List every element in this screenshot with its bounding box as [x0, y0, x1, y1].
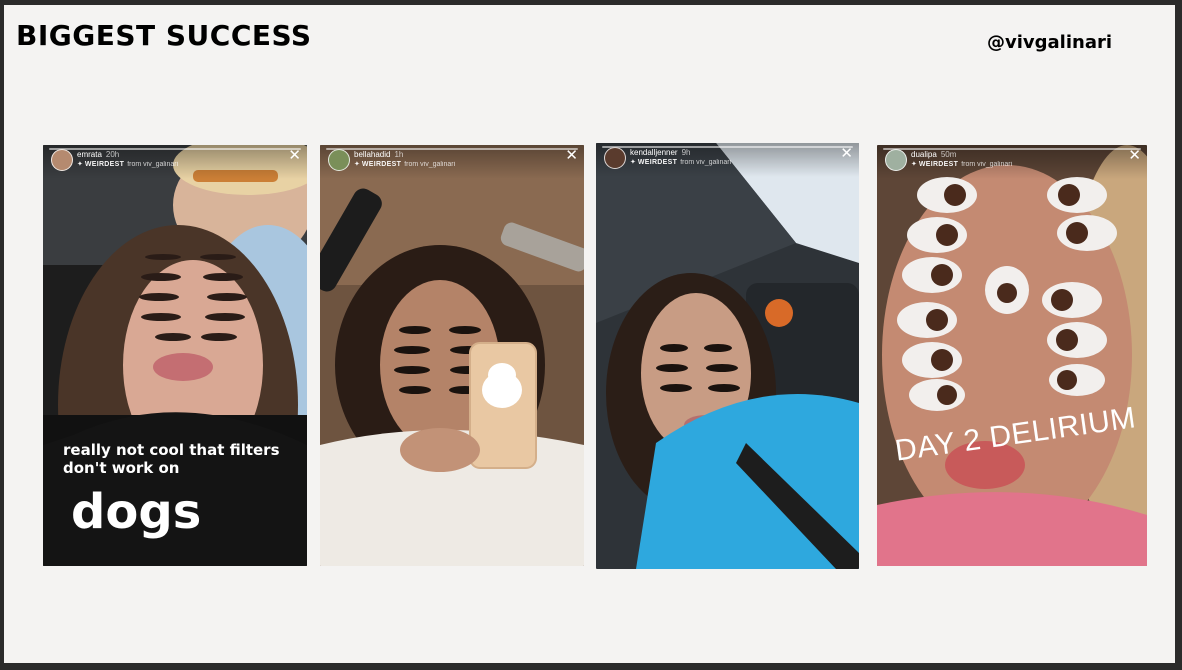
- story-kendalljenner[interactable]: kendalljenner 9h ✦ WEIRDEST from viv_galin…: [596, 143, 859, 569]
- sparkle-icon: ✦: [630, 159, 636, 166]
- story-timestamp: 50m: [940, 150, 957, 159]
- effect-from: from viv_galinari: [404, 161, 456, 168]
- effect-attribution[interactable]: ✦ WEIRDEST from viv_galinari: [630, 158, 731, 166]
- story-timestamp: 1h: [394, 150, 404, 159]
- close-icon[interactable]: ✕: [1128, 148, 1141, 163]
- close-icon[interactable]: ✕: [565, 148, 578, 163]
- story-header: bellahadid 1h ✦ WEIRDEST from viv_galinari…: [320, 145, 584, 179]
- story-dualipa[interactable]: dualipa 50m ✦ WEIRDEST from viv_galinari ✕…: [877, 145, 1147, 566]
- sparkle-icon: ✦: [77, 161, 83, 168]
- story-header: kendalljenner 9h ✦ WEIRDEST from viv_galin…: [596, 143, 859, 177]
- story-caption-large: dogs: [71, 484, 202, 540]
- story-photo: [320, 145, 584, 566]
- effect-name[interactable]: WEIRDEST: [85, 161, 124, 168]
- slide-title: BIGGEST SUCCESS: [16, 19, 312, 52]
- story-timestamp: 9h: [681, 148, 691, 157]
- story-photo: [596, 143, 859, 569]
- slide: BIGGEST SUCCESS @vivgalinari emrata 20h …: [4, 5, 1175, 663]
- username-text[interactable]: dualipa: [911, 150, 937, 159]
- story-username[interactable]: kendalljenner 9h: [630, 148, 691, 157]
- effect-attribution[interactable]: ✦ WEIRDEST from viv_galinari: [354, 160, 455, 168]
- story-username[interactable]: bellahadid 1h: [354, 150, 403, 159]
- username-text[interactable]: bellahadid: [354, 150, 390, 159]
- story-username[interactable]: dualipa 50m: [911, 150, 956, 159]
- creator-handle: @vivgalinari: [987, 32, 1113, 53]
- story-emrata[interactable]: emrata 20h ✦ WEIRDEST from viv_galinari ✕ …: [43, 145, 307, 566]
- story-username[interactable]: emrata 20h: [77, 150, 119, 159]
- story-header: emrata 20h ✦ WEIRDEST from viv_galinari ✕: [43, 145, 307, 179]
- sparkle-icon: ✦: [911, 161, 917, 168]
- avatar[interactable]: [604, 147, 626, 169]
- effect-name[interactable]: WEIRDEST: [638, 159, 677, 166]
- effect-attribution[interactable]: ✦ WEIRDEST from viv_galinari: [77, 160, 178, 168]
- story-timestamp: 20h: [105, 150, 120, 159]
- avatar[interactable]: [885, 149, 907, 171]
- effect-from: from viv_galinari: [961, 161, 1013, 168]
- sparkle-icon: ✦: [354, 161, 360, 168]
- effect-from: from viv_galinari: [680, 159, 732, 166]
- avatar[interactable]: [328, 149, 350, 171]
- story-caption: really not cool that filters don't work …: [63, 441, 280, 477]
- story-photo: [877, 145, 1147, 566]
- username-text[interactable]: kendalljenner: [630, 148, 678, 157]
- close-icon[interactable]: ✕: [840, 146, 853, 161]
- effect-name[interactable]: WEIRDEST: [362, 161, 401, 168]
- effect-attribution[interactable]: ✦ WEIRDEST from viv_galinari: [911, 160, 1012, 168]
- close-icon[interactable]: ✕: [288, 148, 301, 163]
- username-text[interactable]: emrata: [77, 150, 102, 159]
- story-bellahadid[interactable]: bellahadid 1h ✦ WEIRDEST from viv_galinari…: [320, 145, 584, 566]
- avatar[interactable]: [51, 149, 73, 171]
- effect-name[interactable]: WEIRDEST: [919, 161, 958, 168]
- story-header: dualipa 50m ✦ WEIRDEST from viv_galinari ✕: [877, 145, 1147, 179]
- effect-from: from viv_galinari: [127, 161, 179, 168]
